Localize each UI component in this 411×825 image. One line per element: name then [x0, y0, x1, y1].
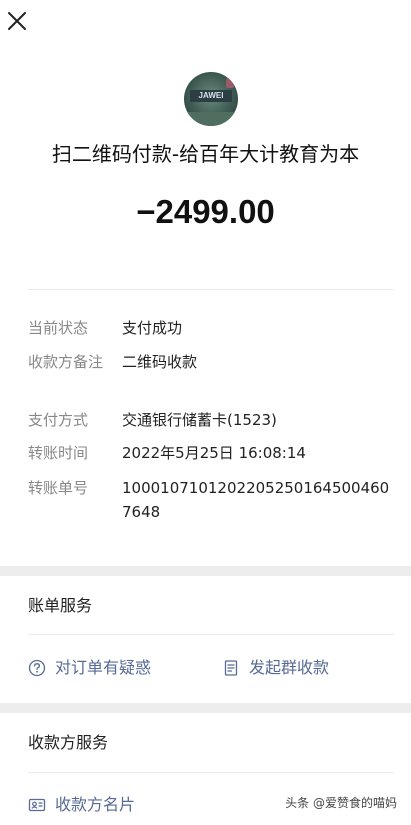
detail-value: 2022年5月25日 16:08:14 [122, 444, 306, 462]
merchant-title: 扫二维码付款-给百年大计教育为本 [51, 142, 360, 166]
avatar-decoration [226, 78, 234, 88]
question-order-label: 对订单有疑惑 [55, 658, 152, 677]
detail-label: 当前状态 [28, 319, 89, 337]
receipt-icon [222, 659, 240, 677]
close-button[interactable] [4, 8, 30, 34]
group-collect-link[interactable]: 发起群收款 [222, 656, 329, 680]
detail-value: 交通银行储蓄卡(1523) [122, 411, 277, 429]
divider [28, 634, 394, 635]
merchant-avatar: JAWEI [184, 72, 238, 126]
bill-service-title: 账单服务 [28, 596, 93, 615]
avatar-sign-text: JAWEI [190, 90, 232, 102]
detail-label: 收款方备注 [28, 353, 104, 371]
group-collect-label: 发起群收款 [249, 658, 330, 677]
payment-amount: −2499.00 [136, 193, 275, 230]
detail-label: 转账时间 [28, 444, 89, 462]
divider [28, 289, 394, 290]
section-gap [0, 566, 411, 576]
section-gap [0, 703, 411, 713]
payee-card-label: 收款方名片 [55, 795, 136, 814]
payee-card-link[interactable]: 收款方名片 [28, 793, 135, 817]
detail-value: 支付成功 [122, 319, 183, 337]
detail-value: 二维码收款 [122, 353, 198, 371]
watermark: 头条 @爱赞食的喵妈 [285, 796, 397, 810]
id-card-icon [28, 796, 46, 814]
detail-label: 支付方式 [28, 411, 89, 429]
payee-service-title: 收款方服务 [28, 733, 109, 752]
question-circle-icon [28, 659, 46, 677]
avatar-floor [184, 112, 238, 126]
divider [28, 772, 394, 773]
close-icon [8, 12, 26, 30]
top-bar [0, 0, 411, 44]
detail-label: 转账单号 [28, 479, 89, 497]
detail-value[interactable]: 100010710120220525016450046076​48 [122, 476, 397, 524]
question-order-link[interactable]: 对订单有疑惑 [28, 656, 151, 680]
